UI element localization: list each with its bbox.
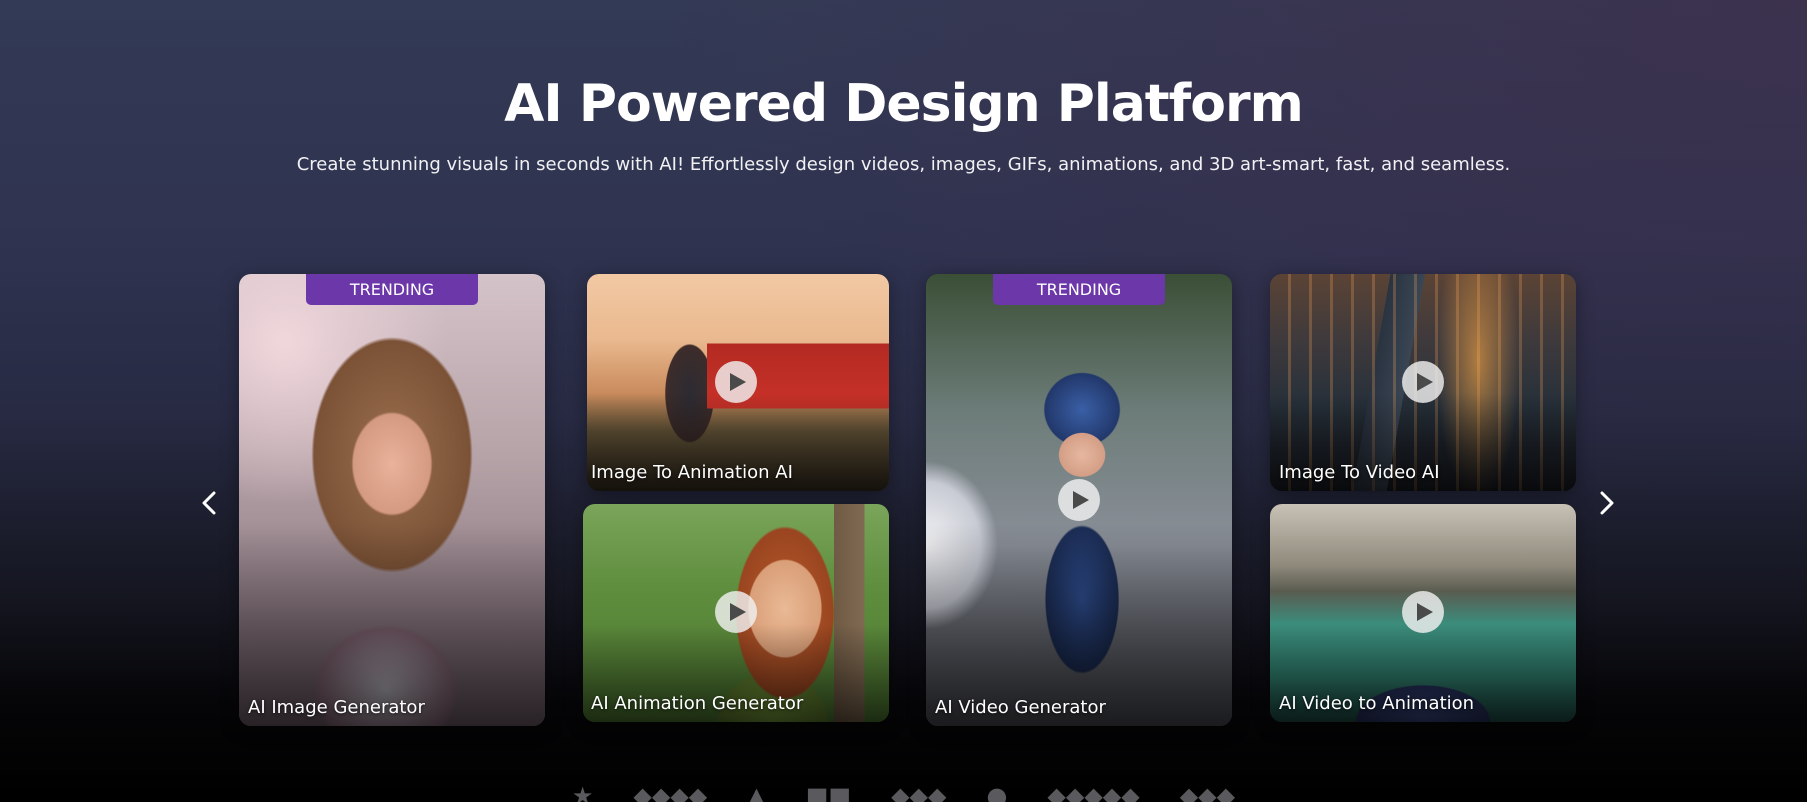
- play-button[interactable]: [715, 361, 757, 403]
- partner-logo: ◆◆◆: [891, 786, 947, 802]
- play-icon: [1416, 373, 1433, 391]
- play-button[interactable]: [1402, 591, 1444, 633]
- card-ai-video-generator[interactable]: TRENDING AI Video Generator: [926, 274, 1232, 726]
- card-label: Image To Animation AI: [591, 462, 793, 483]
- partner-logo: ◆◆◆: [1179, 786, 1236, 802]
- page-title: AI Powered Design Platform: [504, 74, 1304, 134]
- play-button[interactable]: [1058, 479, 1100, 521]
- partner-logo: ◆◆◆◆◆: [1047, 786, 1140, 802]
- card-image-to-video-ai[interactable]: Image To Video AI: [1270, 274, 1576, 491]
- partner-logo: ●: [986, 786, 1008, 802]
- carousel-prev-button[interactable]: [189, 488, 229, 518]
- chevron-left-icon: [202, 491, 216, 515]
- partner-logos-strip: ★ ◆◆◆◆ ▲ ■■ ◆◆◆ ● ◆◆◆◆◆ ◆◆◆: [0, 786, 1807, 802]
- play-icon: [729, 373, 746, 391]
- chevron-right-icon: [1600, 491, 1614, 515]
- card-ai-image-generator[interactable]: TRENDING AI Image Generator: [239, 274, 545, 726]
- partner-logo: ★: [571, 786, 594, 802]
- card-label: AI Video Generator: [935, 697, 1106, 718]
- play-button[interactable]: [715, 591, 757, 633]
- card-label: AI Image Generator: [248, 697, 425, 718]
- page-subtitle: Create stunning visuals in seconds with …: [296, 154, 1511, 175]
- partner-logo: ▲: [747, 786, 766, 802]
- partner-logo: ■■: [805, 786, 852, 802]
- card-label: AI Animation Generator: [591, 693, 804, 714]
- play-button[interactable]: [1402, 361, 1444, 403]
- play-icon: [1072, 491, 1089, 509]
- trending-badge: TRENDING: [306, 274, 478, 305]
- card-ai-video-to-animation[interactable]: AI Video to Animation: [1270, 504, 1576, 722]
- play-icon: [1416, 603, 1433, 621]
- play-icon: [729, 603, 746, 621]
- card-label: Image To Video AI: [1279, 462, 1440, 483]
- card-ai-animation-generator[interactable]: AI Animation Generator: [583, 504, 889, 722]
- card-label: AI Video to Animation: [1279, 693, 1475, 714]
- trending-badge: TRENDING: [993, 274, 1165, 305]
- carousel-next-button[interactable]: [1587, 488, 1627, 518]
- card-image-to-animation-ai[interactable]: Image To Animation AI: [587, 274, 889, 491]
- partner-logo: ◆◆◆◆: [633, 786, 708, 802]
